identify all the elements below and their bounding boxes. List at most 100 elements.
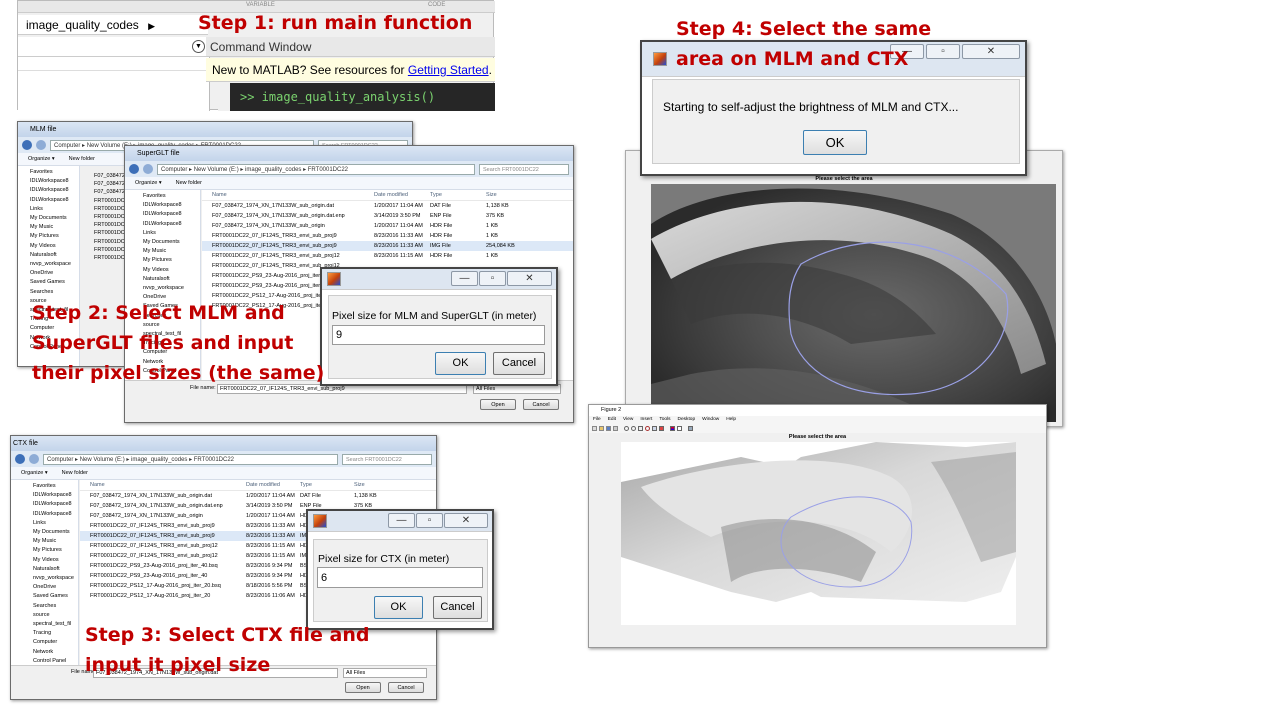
nav-item[interactable]: Searches — [33, 602, 78, 611]
nav-item[interactable]: IDLWorkspace8 — [30, 186, 79, 195]
colorbar-icon[interactable] — [670, 426, 675, 431]
nav-item[interactable]: My Videos — [30, 242, 79, 251]
nav-item[interactable]: Links — [33, 519, 78, 528]
nav-item[interactable]: My Music — [143, 247, 200, 256]
nav-item[interactable]: Naturalsoft — [30, 251, 79, 260]
menu-help[interactable]: Help — [726, 416, 736, 424]
current-folder-bar[interactable]: image_quality_codes ▶ — [18, 15, 208, 35]
nav-item[interactable]: IDLWorkspace8 — [33, 491, 78, 500]
maximize-icon[interactable]: ▫ — [479, 271, 506, 286]
nav-item[interactable]: Control Panel — [33, 657, 78, 665]
ctx-search[interactable]: Search FRT0001DC22 — [342, 453, 432, 465]
nav-item[interactable]: IDLWorkspace8 — [30, 196, 79, 205]
table-row[interactable]: FRT0001DC22_07_IF124S_TRR3_envi_sub_proj… — [202, 241, 573, 251]
open-button[interactable]: Open — [345, 682, 381, 693]
forward-icon[interactable] — [29, 454, 39, 464]
minimize-icon[interactable]: — — [388, 513, 415, 528]
superglt-newfolder-button[interactable]: New folder — [176, 177, 202, 189]
menu-tools[interactable]: Tools — [659, 416, 670, 424]
col-name[interactable]: Name — [80, 480, 246, 490]
nav-item[interactable]: nvvp_workspace — [30, 260, 79, 269]
nav-item[interactable]: nvvp_workspace — [33, 574, 78, 583]
close-icon[interactable]: ✕ — [962, 44, 1020, 59]
close-icon[interactable]: ✕ — [507, 271, 552, 286]
nav-item[interactable]: My Videos — [143, 266, 200, 275]
nav-item[interactable]: Links — [30, 205, 79, 214]
folder-arrow-icon[interactable]: ▶ — [148, 21, 155, 31]
mlm-image[interactable] — [651, 184, 1056, 422]
menu-view[interactable]: View — [623, 416, 633, 424]
nav-item[interactable]: My Pictures — [33, 546, 78, 555]
superglt-path[interactable]: Computer ▸ New Volume (E:) ▸ image_quali… — [157, 163, 475, 175]
ok-button[interactable]: OK — [374, 596, 423, 619]
ctx-newfolder-button[interactable]: New folder — [62, 467, 88, 479]
nav-item[interactable]: IDLWorkspace8 — [143, 201, 200, 210]
minimize-icon[interactable]: — — [451, 271, 478, 286]
nav-item[interactable]: Network — [33, 648, 78, 657]
nav-item[interactable]: IDLWorkspace8 — [143, 220, 200, 229]
cancel-button[interactable]: Cancel — [433, 596, 482, 619]
mlm-newfolder-button[interactable]: New folder — [69, 153, 95, 165]
ctx-image[interactable] — [621, 442, 1016, 625]
close-icon[interactable]: ✕ — [444, 513, 488, 528]
back-icon[interactable] — [15, 454, 25, 464]
nav-item[interactable]: Naturalsoft — [33, 565, 78, 574]
superglt-search[interactable]: Search FRT0001DC22 — [479, 163, 569, 175]
pixel-size-input[interactable]: 9 — [332, 325, 545, 345]
nav-item[interactable]: My Music — [33, 537, 78, 546]
command-input[interactable]: >> image_quality_analysis() — [240, 90, 435, 104]
table-row[interactable]: FRT0001DC22_07_IF124S_TRR3_envi_sub_proj… — [202, 231, 573, 241]
table-row[interactable]: F07_038472_1974_XN_17N133W_sub_origin 1/2… — [202, 221, 573, 231]
print-icon[interactable] — [613, 426, 618, 431]
plottools-icon[interactable] — [688, 426, 693, 431]
col-name[interactable]: Name — [202, 190, 374, 200]
nav-item[interactable]: OneDrive — [30, 269, 79, 278]
nav-item[interactable]: My Documents — [143, 238, 200, 247]
cancel-button[interactable]: Cancel — [388, 682, 424, 693]
nav-favorites[interactable]: Favorites — [143, 192, 200, 201]
open-button[interactable]: Open — [480, 399, 516, 410]
back-icon[interactable] — [129, 164, 139, 174]
col-type[interactable]: Type — [300, 480, 354, 490]
ok-button[interactable]: OK — [435, 352, 486, 375]
menu-insert[interactable]: Insert — [640, 416, 652, 424]
nav-item[interactable]: IDLWorkspace8 — [30, 177, 79, 186]
rotate-icon[interactable] — [645, 426, 650, 431]
nav-item[interactable]: IDLWorkspace8 — [33, 510, 78, 519]
new-icon[interactable] — [592, 426, 597, 431]
menu-desktop[interactable]: Desktop — [678, 416, 696, 424]
superglt-organize-button[interactable]: Organize ▾ — [135, 177, 162, 189]
nav-item[interactable]: nvvp_workspace — [143, 284, 200, 293]
col-size[interactable]: Size — [354, 480, 404, 490]
nav-item[interactable]: Naturalsoft — [143, 275, 200, 284]
mlm-organize-button[interactable]: Organize ▾ — [28, 153, 55, 165]
zoom-in-icon[interactable] — [624, 426, 629, 431]
col-type[interactable]: Type — [430, 190, 486, 200]
table-row[interactable]: F07_038472_1974_XN_17N133W_sub_origin.da… — [202, 211, 573, 221]
nav-item[interactable]: IDLWorkspace8 — [143, 210, 200, 219]
command-prompt[interactable]: >> image_quality_analysis() — [218, 83, 495, 111]
cancel-button[interactable]: Cancel — [523, 399, 559, 410]
datacursor-icon[interactable] — [652, 426, 657, 431]
table-row[interactable]: F07_038472_1974_XN_17N133W_sub_origin.da… — [202, 201, 573, 211]
nav-item[interactable]: spectral_test_fil — [33, 620, 78, 629]
nav-item[interactable]: My Pictures — [143, 256, 200, 265]
menu-window[interactable]: Window — [702, 416, 719, 424]
nav-item[interactable]: Links — [143, 229, 200, 238]
maximize-icon[interactable]: ▫ — [416, 513, 443, 528]
menu-file[interactable]: File — [593, 416, 601, 424]
table-row[interactable]: FRT0001DC22_07_IF124S_TRR3_envi_sub_proj… — [202, 251, 573, 261]
nav-item[interactable]: OneDrive — [33, 583, 78, 592]
forward-icon[interactable] — [143, 164, 153, 174]
brush-icon[interactable] — [659, 426, 664, 431]
pixel-size-input[interactable]: 6 — [317, 567, 483, 588]
nav-item[interactable]: Tracing — [33, 629, 78, 638]
nav-item[interactable]: Saved Games — [30, 278, 79, 287]
nav-item[interactable]: My Documents — [30, 214, 79, 223]
ctx-path[interactable]: Computer ▸ New Volume (E:) ▸ image_quali… — [43, 453, 338, 465]
forward-icon[interactable] — [36, 140, 46, 150]
nav-favorites[interactable]: Favorites — [33, 482, 78, 491]
back-icon[interactable] — [22, 140, 32, 150]
save-icon[interactable] — [606, 426, 611, 431]
nav-item[interactable]: Computer — [33, 638, 78, 647]
